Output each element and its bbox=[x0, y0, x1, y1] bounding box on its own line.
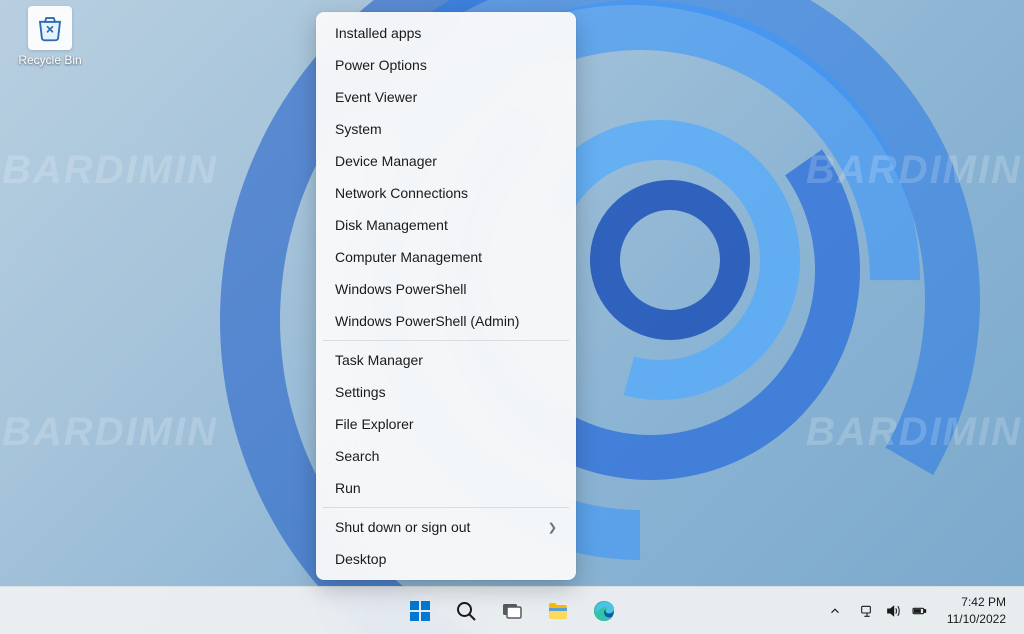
start-button[interactable] bbox=[400, 591, 440, 631]
clock-button[interactable]: 7:42 PM 11/10/2022 bbox=[937, 591, 1016, 631]
menu-windows-powershell-admin[interactable]: Windows PowerShell (Admin) bbox=[321, 305, 571, 337]
menu-computer-management[interactable]: Computer Management bbox=[321, 241, 571, 273]
menu-task-manager[interactable]: Task Manager bbox=[321, 344, 571, 376]
menu-settings[interactable]: Settings bbox=[321, 376, 571, 408]
file-explorer-button[interactable] bbox=[538, 591, 578, 631]
menu-desktop[interactable]: Desktop bbox=[321, 543, 571, 575]
menu-installed-apps[interactable]: Installed apps bbox=[321, 17, 571, 49]
chevron-right-icon: ❯ bbox=[548, 521, 557, 534]
windows-logo-icon bbox=[408, 599, 432, 623]
menu-system[interactable]: System bbox=[321, 113, 571, 145]
taskbar: 7:42 PM 11/10/2022 bbox=[0, 586, 1024, 634]
menu-file-explorer[interactable]: File Explorer bbox=[321, 408, 571, 440]
menu-separator bbox=[323, 507, 569, 508]
menu-disk-management[interactable]: Disk Management bbox=[321, 209, 571, 241]
edge-button[interactable] bbox=[584, 591, 624, 631]
recycle-bin[interactable]: Recycle Bin bbox=[12, 6, 88, 67]
clock-date: 11/10/2022 bbox=[947, 611, 1006, 627]
network-icon bbox=[859, 603, 875, 619]
battery-icon bbox=[911, 603, 927, 619]
recycle-bin-label: Recycle Bin bbox=[18, 53, 81, 67]
edge-icon bbox=[592, 599, 616, 623]
task-view-button[interactable] bbox=[492, 591, 532, 631]
system-tray: 7:42 PM 11/10/2022 bbox=[821, 591, 1016, 631]
taskbar-center bbox=[400, 591, 624, 631]
menu-search[interactable]: Search bbox=[321, 440, 571, 472]
menu-power-options[interactable]: Power Options bbox=[321, 49, 571, 81]
chevron-up-icon bbox=[828, 604, 842, 618]
watermark: BARDIMIN bbox=[806, 410, 1022, 455]
menu-separator bbox=[323, 340, 569, 341]
menu-windows-powershell[interactable]: Windows PowerShell bbox=[321, 273, 571, 305]
winx-context-menu: Installed apps Power Options Event Viewe… bbox=[316, 12, 576, 580]
menu-network-connections[interactable]: Network Connections bbox=[321, 177, 571, 209]
volume-icon bbox=[885, 603, 901, 619]
watermark: BARDIMIN bbox=[806, 148, 1022, 193]
file-explorer-icon bbox=[546, 599, 570, 623]
menu-run[interactable]: Run bbox=[321, 472, 571, 504]
search-icon bbox=[454, 599, 478, 623]
recycle-bin-icon bbox=[28, 6, 72, 50]
watermark: BARDIMIN bbox=[2, 410, 218, 455]
clock-time: 7:42 PM bbox=[961, 594, 1006, 610]
task-view-icon bbox=[500, 599, 524, 623]
tray-overflow-button[interactable] bbox=[821, 591, 849, 631]
menu-shutdown-signout[interactable]: Shut down or sign out ❯ bbox=[321, 511, 571, 543]
menu-event-viewer[interactable]: Event Viewer bbox=[321, 81, 571, 113]
quick-settings-button[interactable] bbox=[851, 591, 935, 631]
search-button[interactable] bbox=[446, 591, 486, 631]
menu-device-manager[interactable]: Device Manager bbox=[321, 145, 571, 177]
watermark: BARDIMIN bbox=[2, 148, 218, 193]
